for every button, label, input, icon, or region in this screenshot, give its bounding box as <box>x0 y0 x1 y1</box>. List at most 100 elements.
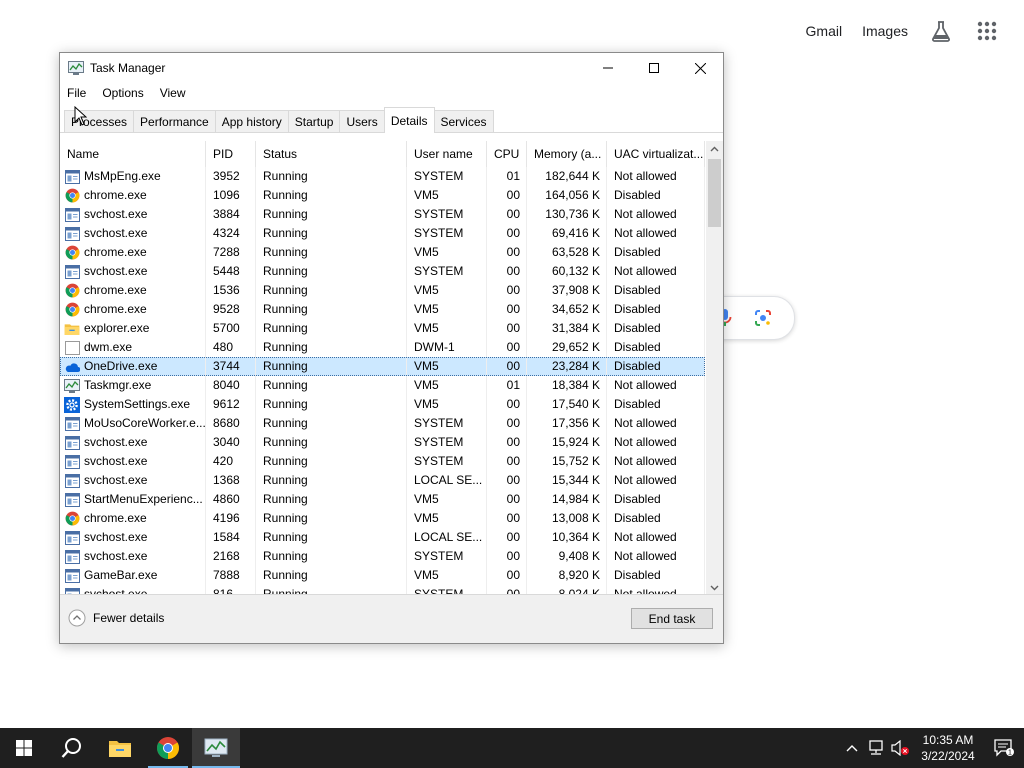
tab-app-history[interactable]: App history <box>214 110 289 132</box>
process-cpu: 00 <box>487 547 527 566</box>
end-task-button[interactable]: End task <box>631 608 713 629</box>
search-icon <box>61 738 81 758</box>
table-row[interactable]: svchost.exe 2168 Running SYSTEM 00 9,408 K Not… <box>60 547 705 566</box>
process-uac: Not allowed <box>607 167 705 186</box>
process-user: SYSTEM <box>407 452 487 471</box>
file-explorer-button[interactable] <box>96 728 144 768</box>
clock-time: 10:35 AM <box>922 733 974 747</box>
process-name-label: chrome.exe <box>84 511 147 525</box>
process-cpu: 00 <box>487 243 527 262</box>
process-uac: Disabled <box>607 509 705 528</box>
table-row[interactable]: svchost.exe 4324 Running SYSTEM 00 69,416 K No… <box>60 224 705 243</box>
process-pid: 3744 <box>206 357 256 376</box>
process-name: svchost.exe <box>60 224 206 243</box>
table-row[interactable]: svchost.exe 1368 Running LOCAL SE... 00 15,34… <box>60 471 705 490</box>
tab-strip: Processes Performance App history Startu… <box>60 106 723 133</box>
tab-details[interactable]: Details <box>383 107 435 133</box>
file-explorer-icon <box>109 741 131 757</box>
table-row[interactable]: svchost.exe 1584 Running LOCAL SE... 00 10,36… <box>60 528 705 547</box>
table-row[interactable]: SystemSettings.exe 9612 Running VM5 00 17,540… <box>60 395 705 414</box>
scroll-thumb[interactable] <box>708 159 721 227</box>
table-row[interactable]: OneDrive.exe 3744 Running VM5 00 23,284 K Disa… <box>60 357 705 376</box>
table-row[interactable]: svchost.exe 3040 Running SYSTEM 00 15,924 K No… <box>60 433 705 452</box>
process-cpu: 00 <box>487 471 527 490</box>
tab-performance[interactable]: Performance <box>133 110 216 132</box>
process-memory: 23,284 K <box>527 357 607 376</box>
table-row[interactable]: chrome.exe 9528 Running VM5 00 34,652 K Disabl… <box>60 300 705 319</box>
chrome-button[interactable] <box>144 728 192 768</box>
process-user: LOCAL SE... <box>407 528 487 547</box>
close-button[interactable] <box>677 53 723 83</box>
menu-file[interactable]: File <box>67 86 86 100</box>
table-row[interactable]: chrome.exe 7288 Running VM5 00 63,528 K Disabl… <box>60 243 705 262</box>
process-name: chrome.exe <box>60 281 206 300</box>
gmail-link[interactable]: Gmail <box>806 23 843 39</box>
menu-options[interactable]: Options <box>102 86 143 100</box>
notification-center-button[interactable]: 1 <box>984 728 1024 768</box>
scroll-up-button[interactable] <box>706 141 723 157</box>
table-row[interactable]: svchost.exe 3884 Running SYSTEM 00 130,736 KN… <box>60 205 705 224</box>
service-process-icon <box>64 435 80 451</box>
close-icon <box>694 62 706 74</box>
process-name-label: MoUsoCoreWorker.e... <box>84 416 206 430</box>
menu-view[interactable]: View <box>160 86 186 100</box>
task-manager-taskbar-button[interactable] <box>192 728 240 768</box>
process-uac: Not allowed <box>607 547 705 566</box>
minimize-button[interactable] <box>585 53 631 83</box>
table-row[interactable]: dwm.exe 480 Running DWM-1 00 29,652 K Disabled <box>60 338 705 357</box>
search-button[interactable] <box>48 728 96 768</box>
maximize-button[interactable] <box>631 53 677 83</box>
tab-users[interactable]: Users <box>339 110 385 132</box>
table-row[interactable]: svchost.exe 5448 Running SYSTEM 00 60,132 K No… <box>60 262 705 281</box>
process-status: Running <box>256 547 407 566</box>
start-button[interactable] <box>0 728 48 768</box>
taskbar-clock[interactable]: 10:35 AM 3/22/2024 <box>912 732 984 764</box>
process-status: Running <box>256 300 407 319</box>
task-manager-window: Task Manager File Options View Processes… <box>59 52 724 644</box>
google-lens-icon[interactable] <box>754 309 772 330</box>
service-process-icon <box>64 473 80 489</box>
column-header-memory[interactable]: Memory (a... <box>527 141 607 167</box>
process-pid: 3952 <box>206 167 256 186</box>
column-header-user-name[interactable]: User name <box>407 141 487 167</box>
show-hidden-icons-button[interactable] <box>840 728 864 768</box>
flask-icon[interactable] <box>928 18 954 44</box>
process-memory: 14,984 K <box>527 490 607 509</box>
table-row[interactable]: chrome.exe 1096 Running VM5 00 164,056 K Disab… <box>60 186 705 205</box>
process-user: SYSTEM <box>407 167 487 186</box>
column-header-status[interactable]: Status <box>256 141 407 167</box>
process-pid: 1536 <box>206 281 256 300</box>
column-header-name[interactable]: Name <box>60 141 206 167</box>
table-row[interactable]: MsMpEng.exe 3952 Running SYSTEM 01 182,644 KN… <box>60 167 705 186</box>
table-row[interactable]: explorer.exe 5700 Running VM5 00 31,384 K Disa… <box>60 319 705 338</box>
column-header-pid[interactable]: PID <box>206 141 256 167</box>
table-row[interactable]: GameBar.exe 7888 Running VM5 00 8,920 K Disabl… <box>60 566 705 585</box>
table-row[interactable]: MoUsoCoreWorker.e... 8680 Running SYSTEM 00 1… <box>60 414 705 433</box>
process-cpu: 00 <box>487 205 527 224</box>
table-row[interactable]: chrome.exe 1536 Running VM5 00 37,908 K Disabl… <box>60 281 705 300</box>
process-uac: Disabled <box>607 319 705 338</box>
table-row[interactable]: Taskmgr.exe 8040 Running VM5 01 18,384 K Not a… <box>60 376 705 395</box>
volume-button[interactable] <box>888 728 912 768</box>
images-link[interactable]: Images <box>862 23 908 39</box>
process-name: explorer.exe <box>60 319 206 338</box>
table-row[interactable]: svchost.exe 420 Running SYSTEM 00 15,752 K Not… <box>60 452 705 471</box>
column-header-cpu[interactable]: CPU <box>487 141 527 167</box>
process-memory: 15,344 K <box>527 471 607 490</box>
table-row[interactable]: chrome.exe 4196 Running VM5 00 13,008 K Disabl… <box>60 509 705 528</box>
apps-grid-icon[interactable] <box>974 18 1000 44</box>
collapse-circle-icon <box>68 609 86 627</box>
network-button[interactable] <box>864 728 888 768</box>
vertical-scrollbar[interactable] <box>706 141 723 596</box>
fewer-details-toggle[interactable]: Fewer details <box>68 609 164 627</box>
process-uac: Not allowed <box>607 471 705 490</box>
tab-services[interactable]: Services <box>433 110 494 132</box>
process-name: dwm.exe <box>60 338 206 357</box>
title-bar[interactable]: Task Manager <box>60 53 723 83</box>
process-cpu: 00 <box>487 262 527 281</box>
table-row[interactable]: StartMenuExperienc... 4860 Running VM5 00 14,… <box>60 490 705 509</box>
process-cpu: 00 <box>487 452 527 471</box>
tab-startup[interactable]: Startup <box>287 110 341 132</box>
process-cpu: 00 <box>487 357 527 376</box>
column-header-uac-virtualization[interactable]: UAC virtualizat... <box>607 141 705 167</box>
